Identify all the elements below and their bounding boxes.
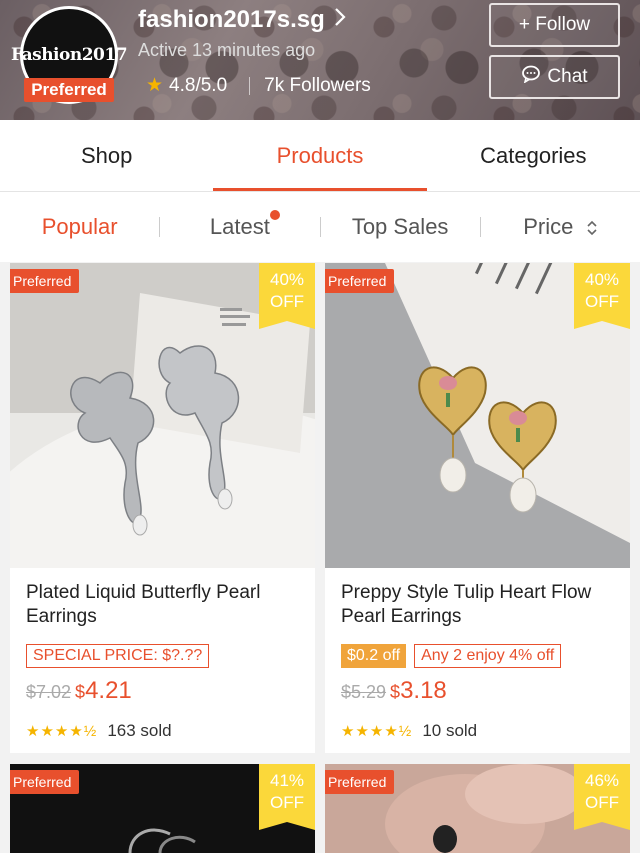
sort-price[interactable]: Price [481, 214, 640, 240]
product-title[interactable]: Plated Liquid Butterfly Pearl Earrings [26, 581, 306, 629]
discount-percent: 40% [584, 270, 620, 289]
new-indicator-dot [269, 210, 280, 220]
product-card[interactable]: Preferred 41% OFF [10, 764, 315, 853]
sort-latest-label: Latest [209, 214, 270, 239]
product-image[interactable]: Preferred 40% OFF [325, 263, 630, 568]
divider [249, 76, 251, 95]
sale-price-value: 3.18 [400, 677, 447, 704]
shop-stats: ★ 4.8/5.0 7k Followers [146, 74, 371, 97]
discount-off: OFF [585, 292, 619, 311]
preferred-tag: Preferred [10, 770, 80, 794]
product-card[interactable]: Preferred 40% OFF Plated Liquid Butterfl… [10, 263, 315, 753]
shop-tabs: Shop Products Categories [0, 120, 640, 192]
chat-label: Chat [547, 66, 588, 87]
original-price: $7.02 [26, 682, 72, 702]
rating-row: ★★★★½ 10 sold [341, 721, 477, 741]
product-image[interactable]: Preferred 46% OFF [325, 764, 630, 853]
discount-off: OFF [270, 292, 304, 311]
sort-latest[interactable]: Latest [160, 210, 319, 240]
sort-popular[interactable]: Popular [0, 214, 159, 240]
shop-name: fashion2017s.sg [138, 6, 325, 33]
shop-rating: 4.8/5.0 [169, 74, 228, 96]
promo-row: $0.2 off Any 2 enjoy 4% off [341, 644, 562, 668]
sort-popular-label: Popular [41, 214, 118, 239]
discount-voucher-tag: $0.2 off [341, 644, 407, 668]
discount-tag: 46% OFF [574, 764, 630, 830]
promo-row: SPECIAL PRICE: $?.?? [26, 644, 210, 668]
sort-price-label: Price [523, 214, 574, 239]
discount-tag: 41% OFF [259, 764, 315, 830]
discount-percent: 46% [584, 771, 620, 790]
preferred-tag: Preferred [325, 770, 395, 794]
discount-off: OFF [585, 793, 619, 812]
sale-price: $3.18 [390, 677, 447, 705]
discount-off: OFF [270, 793, 304, 812]
shop-header: Fashion2017 Preferred fashion2017s.sg Ac… [0, 0, 640, 120]
tab-shop[interactable]: Shop [0, 120, 213, 191]
sort-updown-icon [586, 219, 598, 237]
star-rating-icon: ★★★★½ [341, 723, 413, 740]
chat-button[interactable]: Chat [489, 55, 620, 99]
preferred-badge: Preferred [24, 78, 114, 102]
currency-symbol: $ [75, 682, 86, 702]
discount-tag: 40% OFF [574, 263, 630, 329]
product-image[interactable]: Preferred 41% OFF [10, 764, 315, 853]
discount-percent: 40% [269, 270, 305, 289]
chat-bubble-icon [521, 65, 541, 89]
active-status: Active 13 minutes ago [138, 40, 316, 60]
product-image[interactable]: Preferred 40% OFF [10, 263, 315, 568]
chevron-right-icon [333, 7, 347, 33]
shop-followers: 7k Followers [264, 74, 371, 96]
product-title[interactable]: Preppy Style Tulip Heart Flow Pearl Earr… [341, 581, 621, 629]
price-row: $7.02 $4.21 [26, 677, 132, 705]
special-price-tag: SPECIAL PRICE: $?.?? [26, 644, 210, 668]
star-icon: ★ [146, 75, 164, 96]
star-rating-icon: ★★★★½ [26, 723, 98, 740]
rating-row: ★★★★½ 163 sold [26, 721, 172, 741]
price-row: $5.29 $3.18 [341, 677, 447, 705]
sort-top-sales-label: Top Sales [351, 214, 449, 239]
tab-products[interactable]: Products [213, 120, 427, 191]
follow-button[interactable]: + Follow [489, 3, 620, 47]
sale-price: $4.21 [75, 677, 132, 705]
original-price: $5.29 [341, 682, 387, 702]
shop-name-link[interactable]: fashion2017s.sg [138, 6, 347, 34]
discount-tag: 40% OFF [259, 263, 315, 329]
preferred-tag: Preferred [325, 269, 395, 293]
sold-count: 10 sold [422, 721, 478, 740]
product-card[interactable]: Preferred 46% OFF [325, 764, 630, 853]
sort-bar: Popular Latest Top Sales Price [0, 192, 640, 262]
discount-percent: 41% [269, 771, 305, 790]
shop-logo-text: Fashion2017 [10, 45, 128, 65]
preferred-tag: Preferred [10, 269, 80, 293]
bundle-deal-tag: Any 2 enjoy 4% off [414, 644, 562, 668]
product-card[interactable]: Preferred 40% OFF Preppy Style Tulip Hea… [325, 263, 630, 753]
sold-count: 163 sold [107, 721, 172, 740]
sort-top-sales[interactable]: Top Sales [321, 214, 480, 240]
currency-symbol: $ [390, 682, 401, 702]
sale-price-value: 4.21 [85, 677, 132, 704]
follow-label: + Follow [518, 14, 591, 35]
tab-categories[interactable]: Categories [427, 120, 640, 191]
